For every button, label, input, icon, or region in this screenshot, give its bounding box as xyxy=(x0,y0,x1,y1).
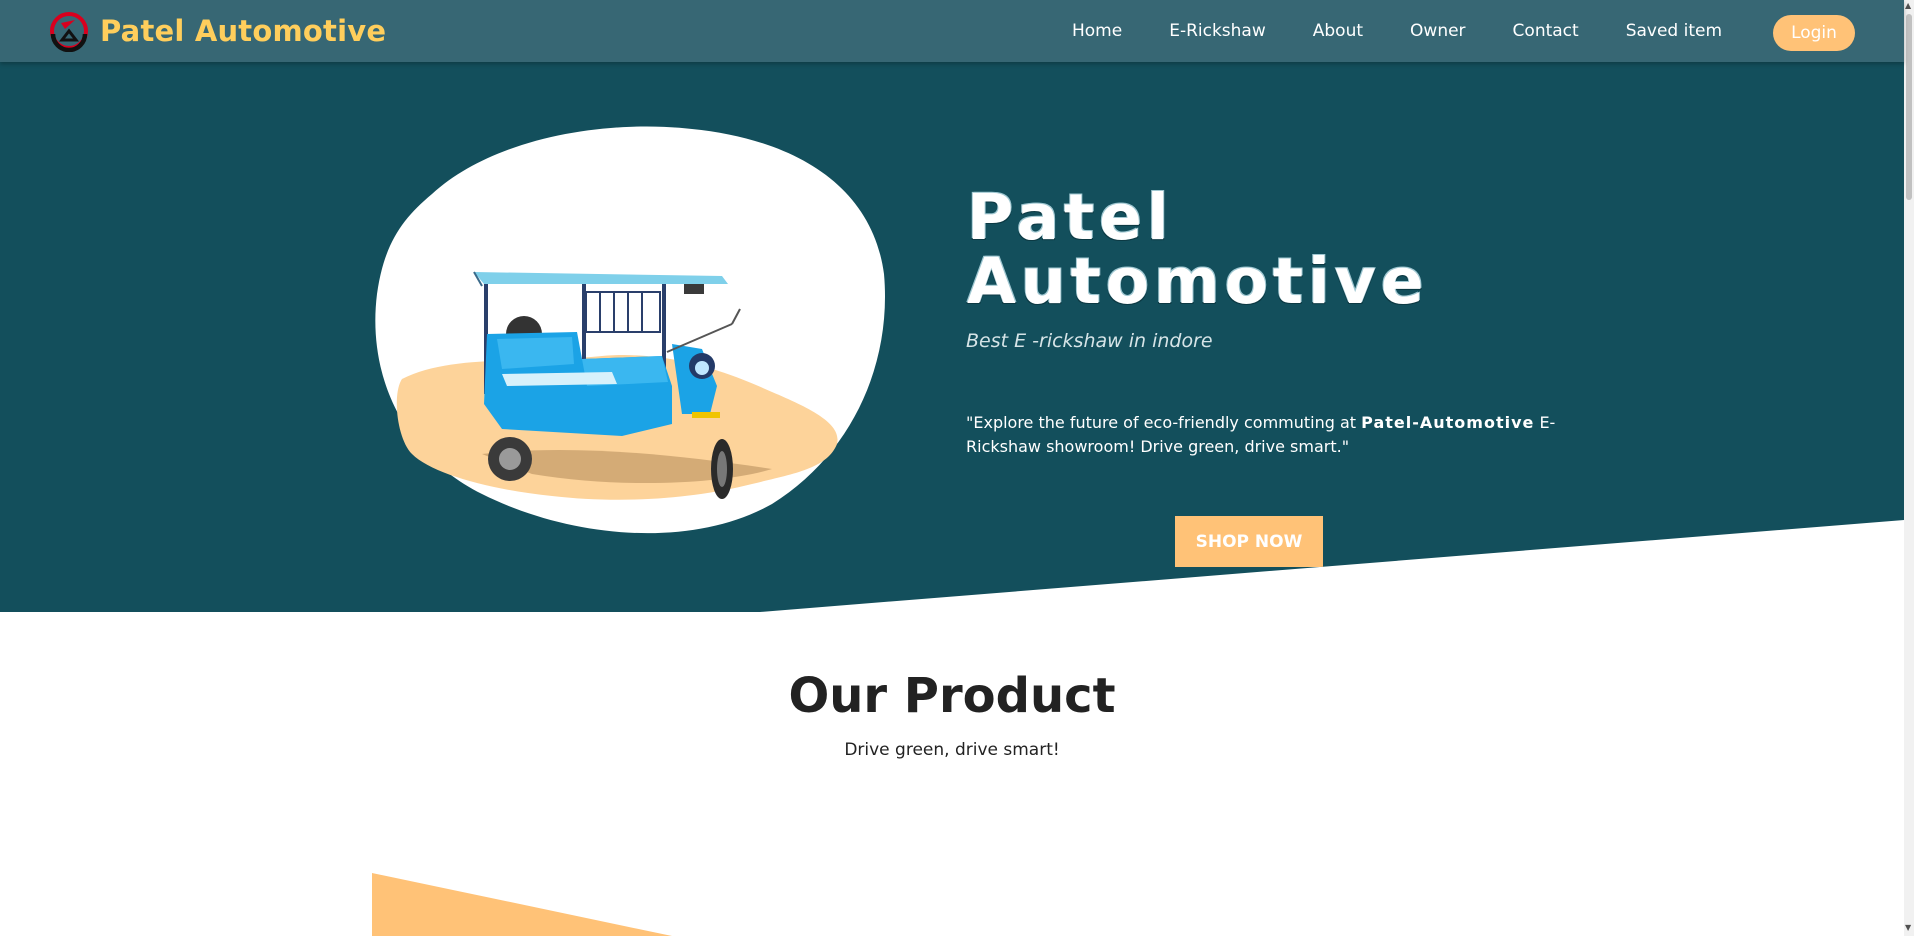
nav-link-home[interactable]: Home xyxy=(1072,21,1122,41)
scroll-up-arrow-icon[interactable]: ▲ xyxy=(1905,2,1911,10)
nav-link-owner[interactable]: Owner xyxy=(1410,21,1466,41)
shop-now-button[interactable]: SHOP NOW xyxy=(1175,516,1323,567)
nav-links: Home E-Rickshaw About Owner Contact Save… xyxy=(1072,0,1769,62)
scroll-down-arrow-icon[interactable]: ▼ xyxy=(1905,924,1911,932)
brand-logo-icon xyxy=(50,12,88,52)
hero-title-line1: Patel xyxy=(967,181,1174,254)
hero-subtitle: Best E -rickshaw in indore xyxy=(966,330,1213,352)
brand-name: Patel Automotive xyxy=(100,14,387,48)
page: Patel Automotive Home E-Rickshaw About O… xyxy=(0,0,1914,936)
hero-desc-before: "Explore the future of eco-friendly comm… xyxy=(966,413,1362,432)
hero-section: Patel Automotive Best E -rickshaw in ind… xyxy=(0,62,1904,612)
products-subtitle: Drive green, drive smart! xyxy=(844,740,1060,760)
scrollbar-thumb[interactable] xyxy=(1906,14,1912,200)
nav-link-about[interactable]: About xyxy=(1313,21,1363,41)
products-title: Our Product xyxy=(788,668,1116,724)
decorative-shape xyxy=(372,873,672,936)
login-button[interactable]: Login xyxy=(1773,15,1855,51)
hero-title-line2: Automotive xyxy=(967,245,1429,318)
nav-link-contact[interactable]: Contact xyxy=(1513,21,1579,41)
hero-title: Patel Automotive xyxy=(967,186,1428,314)
hero-description: "Explore the future of eco-friendly comm… xyxy=(966,411,1566,459)
nav-link-saved-item[interactable]: Saved item xyxy=(1626,21,1722,41)
hero-desc-brand: Patel-Automotive xyxy=(1361,413,1535,432)
navbar: Patel Automotive Home E-Rickshaw About O… xyxy=(0,0,1904,62)
brand[interactable]: Patel Automotive xyxy=(48,10,386,52)
e-rickshaw-illustration xyxy=(375,126,886,534)
nav-link-e-rickshaw[interactable]: E-Rickshaw xyxy=(1169,21,1266,41)
vertical-scrollbar[interactable]: ▲ ▼ xyxy=(1904,0,1914,936)
